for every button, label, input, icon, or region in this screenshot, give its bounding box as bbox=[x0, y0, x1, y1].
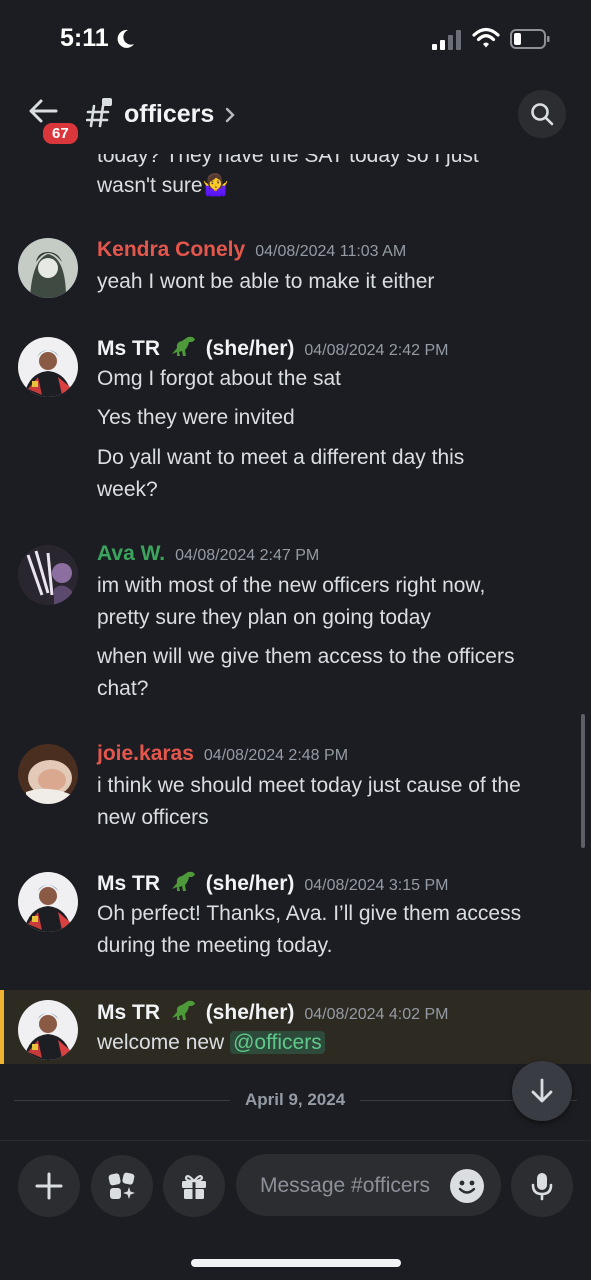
avatar[interactable] bbox=[18, 337, 78, 397]
message-text: im with most of the new officers right n… bbox=[97, 574, 486, 597]
voice-message-button[interactable] bbox=[511, 1155, 573, 1217]
message-text: Oh perfect! Thanks, Ava. I’ll give them … bbox=[97, 902, 522, 925]
moon-icon bbox=[117, 29, 134, 48]
arrow-down-icon bbox=[531, 1078, 553, 1103]
t-rex-emoji-icon bbox=[171, 1000, 195, 1020]
username[interactable]: Ava W. 04/08/2024 2:47 PM bbox=[97, 542, 319, 566]
message-text: Omg I forgot about the sat bbox=[97, 367, 341, 390]
search-icon bbox=[531, 103, 554, 126]
microphone-icon bbox=[531, 1173, 553, 1201]
scrollbar[interactable] bbox=[581, 714, 585, 848]
mention-highlight-bar bbox=[0, 990, 4, 1064]
avatar[interactable] bbox=[18, 1000, 78, 1060]
message-input[interactable] bbox=[258, 1170, 452, 1202]
home-indicator[interactable] bbox=[191, 1259, 401, 1267]
channel-header: 67 officers bbox=[0, 80, 591, 154]
t-rex-emoji-icon bbox=[171, 336, 195, 356]
timestamp: 04/08/2024 3:15 PM bbox=[304, 877, 449, 894]
t-rex-emoji-icon bbox=[171, 871, 195, 891]
username[interactable]: Ms TR (she/her) 04/08/2024 4:02 PM bbox=[97, 998, 448, 1025]
message-text: new officers bbox=[97, 806, 209, 829]
username[interactable]: Ms TR (she/her) 04/08/2024 3:15 PM bbox=[97, 869, 448, 896]
plus-icon bbox=[35, 1172, 63, 1200]
officers-mention[interactable]: @officers bbox=[230, 1031, 325, 1054]
gift-button[interactable] bbox=[163, 1155, 225, 1217]
status-time: 5:11 bbox=[60, 24, 109, 52]
timestamp: 04/08/2024 2:47 PM bbox=[175, 547, 320, 564]
status-bar: 5:11 bbox=[0, 0, 591, 80]
avatar[interactable] bbox=[18, 744, 78, 804]
chevron-right-icon[interactable] bbox=[224, 106, 236, 124]
message-text: Yes they were invited bbox=[97, 406, 295, 429]
message-text: Do yall want to meet a different day thi… bbox=[97, 446, 465, 469]
message-text: during the meeting today. bbox=[97, 934, 333, 957]
message-text: wasn't sure🤷‍♀️ bbox=[97, 174, 229, 197]
unread-badge: 67 bbox=[40, 120, 81, 147]
username[interactable]: Ms TR (she/her) 04/08/2024 2:42 PM bbox=[97, 334, 448, 361]
message-text: yeah I wont be able to make it either bbox=[97, 270, 435, 293]
apps-icon bbox=[108, 1172, 135, 1199]
message-text: chat? bbox=[97, 677, 149, 700]
message-composer bbox=[0, 1140, 591, 1231]
date-divider: April 9, 2024 bbox=[14, 1088, 577, 1112]
timestamp: 04/08/2024 2:42 PM bbox=[304, 342, 449, 359]
timestamp: 04/08/2024 2:48 PM bbox=[203, 747, 349, 764]
timestamp: 04/08/2024 4:02 PM bbox=[304, 1006, 449, 1023]
message-text: welcome new @officers bbox=[97, 1027, 572, 1059]
gift-icon bbox=[182, 1174, 206, 1199]
message-input-container bbox=[236, 1154, 501, 1216]
message-text: pretty sure they plan on going today bbox=[97, 606, 431, 629]
avatar[interactable] bbox=[18, 545, 78, 605]
cellular-signal-icon bbox=[432, 30, 461, 50]
add-attachment-button[interactable] bbox=[18, 1155, 80, 1217]
username[interactable]: Kendra Conely 04/08/2024 11:03 AM bbox=[97, 238, 406, 262]
username[interactable]: joie.karas 04/08/2024 2:48 PM bbox=[97, 742, 348, 766]
smiley-icon bbox=[458, 1180, 476, 1194]
divider-line bbox=[14, 1100, 230, 1101]
message-text: i think we should meet today just cause … bbox=[97, 774, 521, 797]
avatar[interactable] bbox=[18, 872, 78, 932]
timestamp: 04/08/2024 11:03 AM bbox=[255, 243, 407, 260]
jump-to-present-button[interactable] bbox=[512, 1061, 572, 1121]
wifi-icon bbox=[472, 27, 500, 48]
channel-name[interactable]: officers bbox=[124, 100, 214, 129]
apps-button[interactable] bbox=[91, 1155, 153, 1217]
text-channel-hash-icon bbox=[86, 98, 112, 128]
message-list[interactable]: today? They have the SAT today so I just… bbox=[0, 154, 591, 1066]
search-button[interactable] bbox=[518, 90, 566, 138]
avatar[interactable] bbox=[18, 238, 78, 298]
message-text: when will we give them access to the off… bbox=[97, 645, 515, 668]
date-label: April 9, 2024 bbox=[245, 1090, 346, 1109]
emoji-button[interactable] bbox=[450, 1169, 484, 1203]
battery-icon bbox=[510, 29, 550, 49]
message-text: week? bbox=[97, 478, 158, 501]
